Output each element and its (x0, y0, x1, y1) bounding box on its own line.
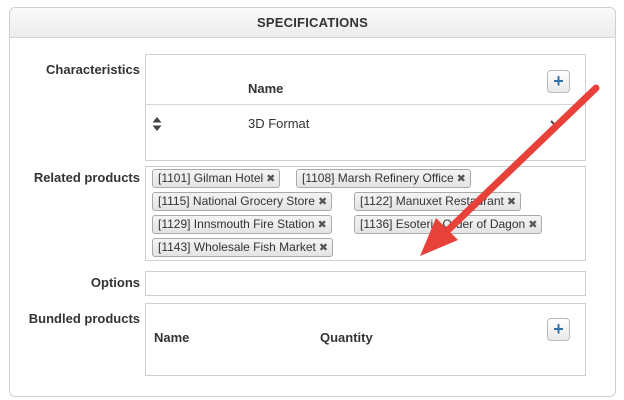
remove-tag-icon[interactable]: ✖ (266, 173, 275, 185)
remove-tag-icon[interactable]: ✖ (319, 242, 328, 254)
tag-label: [1143] Wholesale Fish Market (158, 240, 316, 254)
remove-tag-icon[interactable]: ✖ (318, 219, 327, 231)
tag-label: [1122] Manuxet Restaurant (360, 194, 504, 208)
options-label: Options (90, 275, 140, 290)
chevron-down-icon[interactable] (550, 120, 562, 128)
bundled-name-header: Name (154, 330, 190, 345)
remove-tag-icon[interactable]: ✖ (318, 196, 327, 208)
table-row[interactable]: 3D Format (146, 105, 585, 145)
remove-tag-icon[interactable]: ✖ (528, 219, 537, 231)
characteristics-label: Characteristics (46, 62, 140, 77)
tag-label: [1101] Gilman Hotel (158, 171, 264, 185)
related-product-tag: [1136] Esoteric Order of Dagon ✖ (354, 215, 543, 234)
related-product-tag: [1101] Gilman Hotel ✖ (152, 169, 281, 188)
tag-label: [1115] National Grocery Store (158, 194, 315, 208)
options-input[interactable] (145, 271, 586, 296)
related-product-tag: [1143] Wholesale Fish Market ✖ (152, 238, 334, 257)
bundled-products-label: Bundled products (28, 311, 140, 326)
characteristics-table: Name + 3D Format (145, 54, 586, 161)
related-products-label: Related products (33, 170, 140, 185)
bundled-products-table: Name Quantity + (145, 303, 586, 376)
remove-tag-icon[interactable]: ✖ (507, 196, 516, 208)
characteristic-name: 3D Format (248, 116, 310, 131)
tag-label: [1136] Esoteric Order of Dagon (360, 217, 526, 231)
add-bundled-product-button[interactable]: + (547, 318, 570, 341)
related-product-tag: [1129] Innsmouth Fire Station ✖ (152, 215, 332, 234)
related-product-tag: [1122] Manuxet Restaurant ✖ (354, 192, 522, 211)
characteristics-name-header: Name (248, 81, 284, 96)
related-product-tag: [1115] National Grocery Store ✖ (152, 192, 333, 211)
bundled-quantity-header: Quantity (320, 330, 373, 345)
remove-tag-icon[interactable]: ✖ (457, 173, 466, 185)
related-product-tag: [1108] Marsh Refinery Office ✖ (296, 169, 471, 188)
add-characteristic-button[interactable]: + (547, 70, 570, 93)
tag-label: [1129] Innsmouth Fire Station (158, 217, 315, 231)
panel-title: SPECIFICATIONS (10, 8, 615, 38)
tag-label: [1108] Marsh Refinery Office (302, 171, 454, 185)
drag-handle-icon[interactable] (152, 117, 162, 131)
